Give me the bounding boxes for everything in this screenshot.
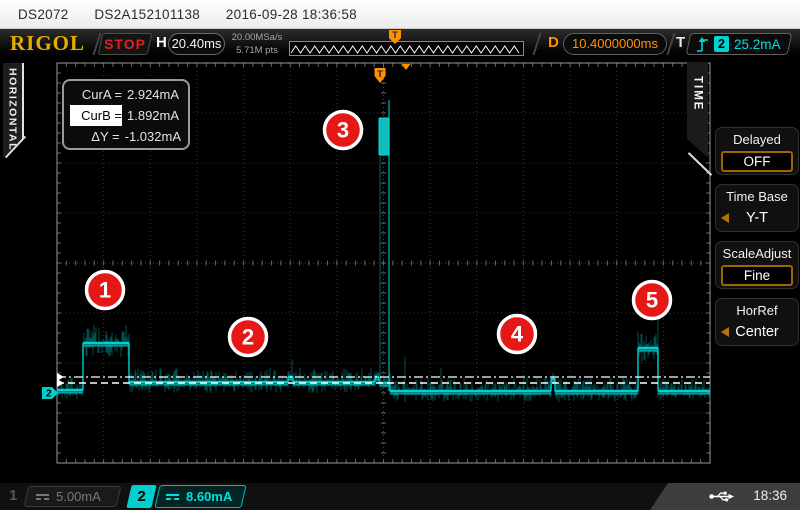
- datetime: 2016-09-28 18:36:58: [226, 7, 357, 22]
- channel1-scale: 5.00mA: [56, 489, 101, 504]
- preview-zigzag: [290, 42, 523, 55]
- cursor-a-value: 2.924mA: [127, 84, 181, 105]
- cursor-delta-row: ΔY = -1.032mA: [70, 126, 181, 147]
- tab-horizontal-label: HORIZONTAL: [7, 68, 19, 151]
- channel2-number-badge[interactable]: 2: [126, 485, 156, 508]
- menu-item-label: ScaleAdjust: [716, 246, 798, 261]
- bottom-bar: 1 5.00mA 2 8.60mA 18:36: [0, 483, 800, 510]
- status-bar: RIGOL STOP H 20.40ms 20.00MSa/s 5.71M pt…: [0, 29, 800, 60]
- channel1-scale-box[interactable]: 5.00mA: [24, 486, 122, 507]
- left-arrow-icon: [721, 213, 729, 223]
- waveform-preview-strip[interactable]: [289, 41, 524, 56]
- menu-item-scaleadjust[interactable]: ScaleAdjust Fine: [715, 241, 799, 289]
- cursor-a-label: CurA =: [70, 84, 122, 105]
- preview-waveform: [291, 46, 519, 53]
- cursor-delta-value: -1.032mA: [125, 126, 181, 147]
- horizontal-label: H: [156, 34, 167, 51]
- trigger-level-value: 25.2mA: [734, 37, 781, 52]
- channel2-scale-box[interactable]: 8.60mA: [154, 485, 246, 508]
- cursor-b-label: CurB =: [70, 105, 122, 126]
- clock: 18:36: [753, 488, 787, 503]
- menu-item-label: HorRef: [716, 303, 798, 318]
- menu-item-value-text: Y-T: [746, 210, 768, 226]
- menu-item-timebase[interactable]: Time Base Y-T: [715, 184, 799, 232]
- delay-readout[interactable]: 10.4000000ms: [563, 33, 667, 55]
- serial-number: DS2A152101138: [94, 7, 200, 22]
- usb-icon: [709, 490, 736, 503]
- trigger-label: T: [676, 34, 685, 51]
- run-state-badge: STOP: [98, 33, 153, 55]
- cursor-delta-label: ΔY =: [70, 126, 120, 147]
- menu-item-value: Y-T: [716, 210, 798, 226]
- menu-item-horref[interactable]: HorRef Center: [715, 298, 799, 346]
- left-arrow-icon: [721, 327, 729, 337]
- dc-coupling-icon: [166, 494, 179, 500]
- timebase-readout[interactable]: 20.40ms: [168, 33, 225, 55]
- menu-item-value: OFF: [721, 151, 793, 172]
- menu-item-value-text: Center: [735, 324, 779, 340]
- rising-edge-icon: [696, 36, 709, 53]
- channel2-number: 2: [129, 485, 154, 508]
- separator: [666, 33, 675, 55]
- acquisition-info: 20.00MSa/s 5.71M pts: [228, 31, 286, 57]
- channel2-scale: 8.60mA: [186, 489, 232, 504]
- menu-item-label: Delayed: [716, 132, 798, 147]
- rigol-logo: RIGOL: [10, 31, 85, 56]
- run-state-label: STOP: [101, 34, 149, 54]
- sample-rate: 20.00MSa/s: [228, 31, 286, 44]
- separator: [532, 33, 541, 55]
- dc-coupling-icon: [36, 494, 49, 500]
- tab-time-label: TIME: [692, 76, 704, 111]
- oscilloscope-screen: DS2072 DS2A152101138 2016-09-28 18:36:58…: [0, 0, 800, 510]
- delay-label: D: [548, 34, 559, 51]
- model-name: DS2072: [18, 7, 69, 22]
- menu-item-delayed[interactable]: Delayed OFF: [715, 127, 799, 175]
- title-strip: DS2072 DS2A152101138 2016-09-28 18:36:58: [0, 0, 800, 29]
- trigger-source-badge: 2: [714, 36, 729, 52]
- channel1-number[interactable]: 1: [9, 487, 17, 504]
- cursor-b-value: 1.892mA: [127, 105, 181, 126]
- menu-item-label: Time Base: [716, 189, 798, 204]
- memory-depth: 5.71M pts: [228, 44, 286, 57]
- cursor-readout-box: CurA = 2.924mA CurB = 1.892mA ΔY = -1.03…: [62, 79, 190, 150]
- menu-item-value: Fine: [721, 265, 793, 286]
- cursor-b-row: CurB = 1.892mA: [70, 105, 181, 126]
- trigger-readout[interactable]: 2 25.2mA: [686, 33, 793, 55]
- cursor-a-row: CurA = 2.924mA: [70, 84, 181, 105]
- menu-item-value: Center: [716, 324, 798, 340]
